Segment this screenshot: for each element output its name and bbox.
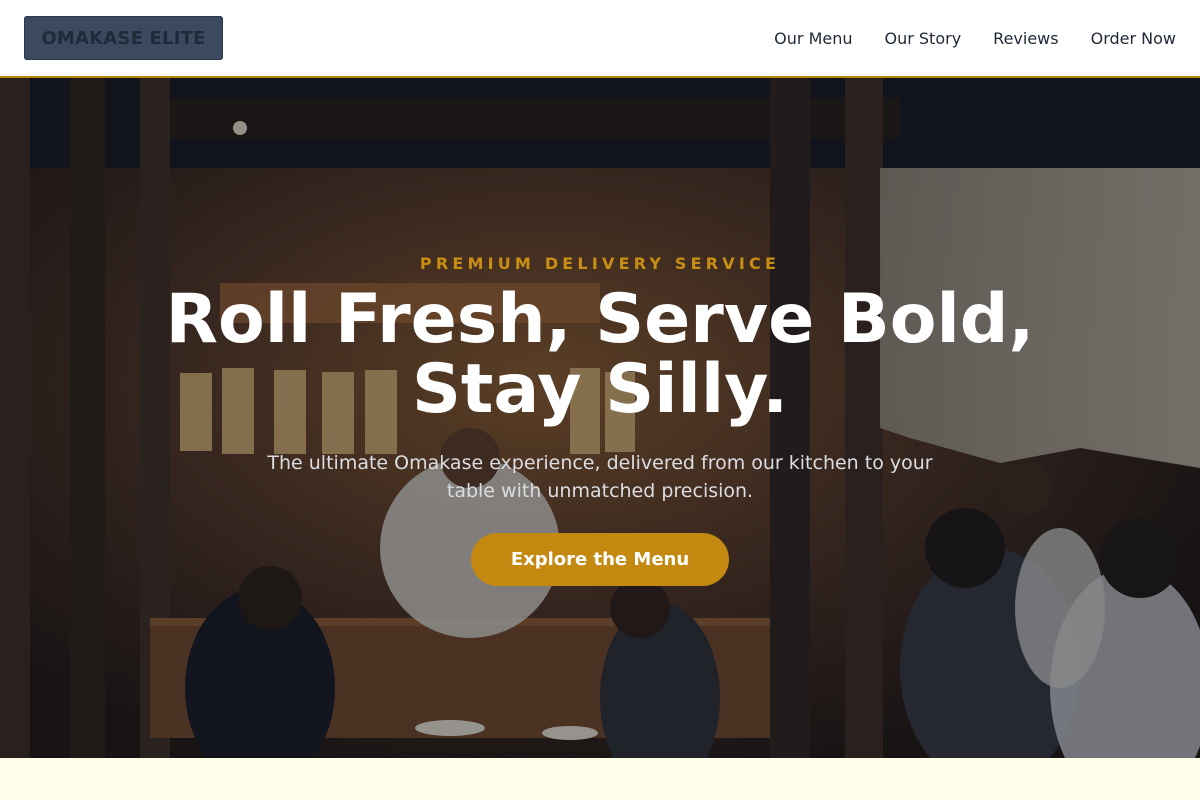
brand-logo[interactable]: OMAKASE ELITE bbox=[24, 16, 223, 60]
nav-link-order-now[interactable]: Order Now bbox=[1091, 29, 1176, 48]
hero-section: PREMIUM DELIVERY SERVICE Roll Fresh, Ser… bbox=[0, 78, 1200, 758]
hero-subhead: The ultimate Omakase experience, deliver… bbox=[267, 452, 933, 502]
nav-link-our-story[interactable]: Our Story bbox=[885, 29, 962, 48]
nav-link-our-menu[interactable]: Our Menu bbox=[774, 29, 852, 48]
hero-eyebrow: PREMIUM DELIVERY SERVICE bbox=[419, 254, 781, 273]
hero-content: PREMIUM DELIVERY SERVICE Roll Fresh, Ser… bbox=[0, 78, 1200, 758]
next-section-band bbox=[0, 758, 1200, 800]
navbar: OMAKASE ELITE Our Menu Our Story Reviews… bbox=[0, 0, 1200, 78]
nav-links: Our Menu Our Story Reviews Order Now bbox=[774, 29, 1176, 48]
nav-link-reviews[interactable]: Reviews bbox=[993, 29, 1058, 48]
explore-menu-button[interactable]: Explore the Menu bbox=[471, 533, 729, 586]
hero-headline: Roll Fresh, Serve Bold, Stay Silly. bbox=[165, 280, 1035, 429]
